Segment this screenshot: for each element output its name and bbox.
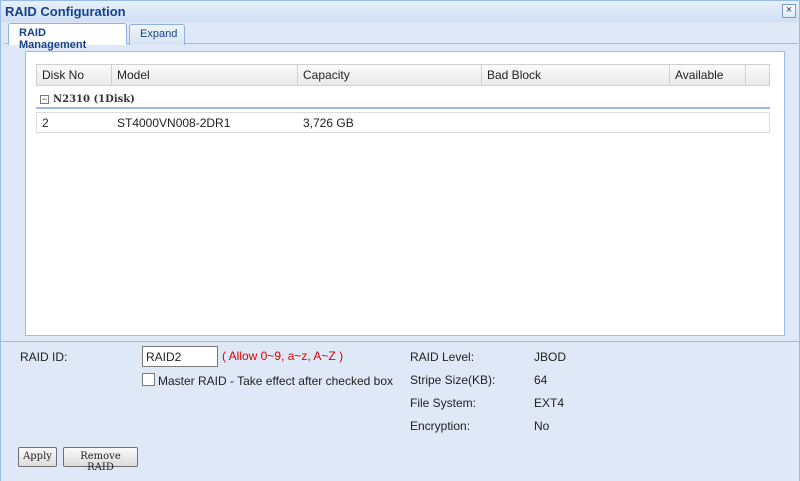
raid-id-input[interactable] (142, 346, 218, 367)
encryption-label: Encryption: (410, 419, 471, 433)
tab-expand[interactable]: Expand (129, 24, 185, 45)
raid-level-label: RAID Level: (410, 350, 475, 364)
grid-group-header[interactable]: − N2310 (1Disk) (36, 92, 770, 109)
raid-level-value: JBOD (534, 350, 567, 364)
file-system-label: File System: (410, 396, 477, 410)
table-row[interactable]: 2 ST4000VN008-2DR1 3,726 GB (36, 112, 770, 133)
group-label: N2310 (1Disk) (53, 94, 135, 105)
window-title: RAID Configuration (5, 4, 126, 19)
remove-raid-button[interactable]: Remove RAID (63, 447, 138, 473)
column-available[interactable]: Available (670, 65, 746, 85)
cell-disk-no: 2 (42, 116, 49, 130)
raid-id-label: RAID ID: (20, 350, 68, 364)
title-bar[interactable]: RAID Configuration × (1, 1, 799, 22)
collapse-icon[interactable]: − (40, 95, 49, 104)
file-system-value: EXT4 (534, 396, 565, 410)
master-raid-label: Master RAID - Take effect after checked … (158, 374, 393, 388)
encryption-value: No (534, 419, 550, 433)
cell-model: ST4000VN008-2DR1 (117, 116, 231, 130)
disk-grid: Disk No Model Capacity Bad Block Availab… (25, 51, 785, 336)
column-capacity[interactable]: Capacity (298, 65, 482, 85)
stripe-size-label: Stripe Size(KB): (410, 373, 496, 387)
column-bad-block[interactable]: Bad Block (482, 65, 670, 85)
tab-bar: RAID Management Expand (4, 22, 798, 51)
raid-configuration-window: RAID Configuration × RAID Management Exp… (0, 0, 800, 481)
raid-id-hint: ( Allow 0~9, a~z, A~Z ) (222, 349, 344, 363)
grid-header: Disk No Model Capacity Bad Block Availab… (36, 64, 770, 86)
apply-button[interactable]: Apply (18, 447, 57, 467)
cell-capacity: 3,726 GB (303, 116, 354, 130)
close-icon[interactable]: × (782, 4, 796, 18)
column-model[interactable]: Model (112, 65, 298, 85)
raid-form: RAID ID: ( Allow 0~9, a~z, A~Z ) Master … (1, 341, 799, 481)
tab-raid-management[interactable]: RAID Management (8, 23, 127, 51)
column-disk-no[interactable]: Disk No (37, 65, 112, 85)
stripe-size-value: 64 (534, 373, 548, 387)
master-raid-checkbox[interactable] (142, 373, 155, 386)
